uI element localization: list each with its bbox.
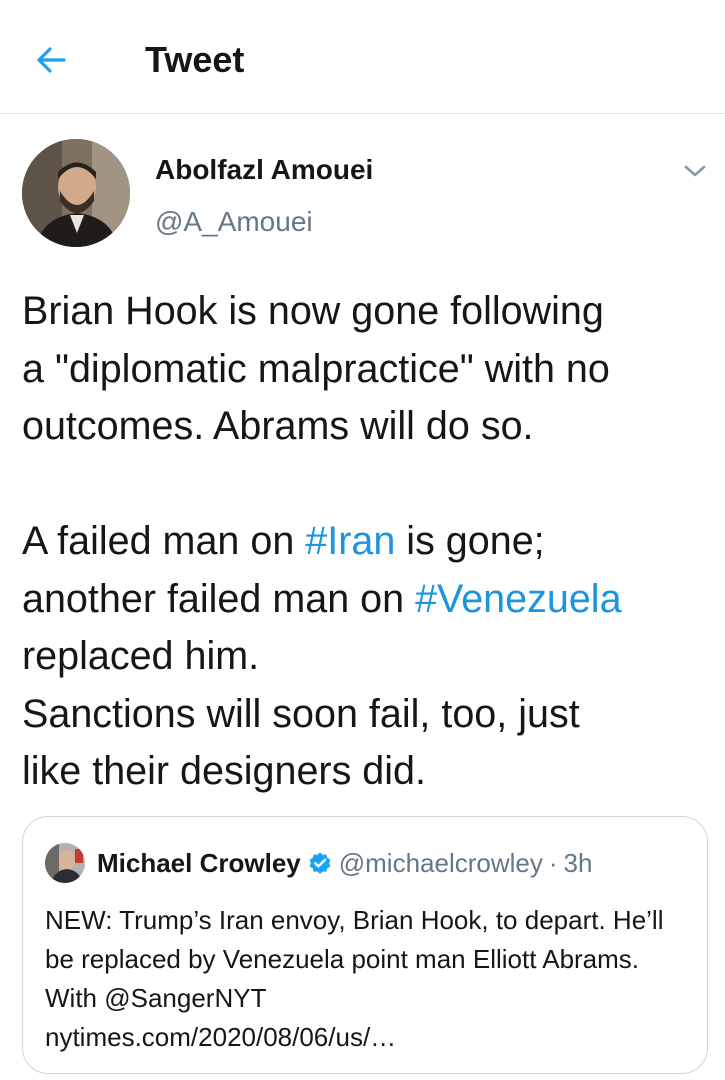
page-title: Tweet: [145, 39, 245, 80]
tweet-text: Brian Hook is now gone following a "dipl…: [22, 283, 712, 801]
verified-badge-icon: [309, 852, 331, 874]
hashtag-iran-link[interactable]: #Iran: [305, 519, 395, 563]
tweet-options-button[interactable]: [680, 156, 710, 186]
author-avatar[interactable]: [22, 139, 130, 247]
quoted-tweet-time: 3h: [563, 847, 593, 878]
chevron-down-icon: [684, 165, 706, 177]
quoted-tweet-body: NEW: Trump’s Iran envoy, Brian Hook, to …: [45, 905, 664, 1013]
quoted-author-name: Michael Crowley: [97, 847, 301, 878]
dot-separator: ·: [548, 847, 558, 878]
author-name[interactable]: Abolfazl Amouei: [155, 152, 373, 188]
quoted-tweet[interactable]: Michael Crowley @michaelcrowley · 3h NEW…: [22, 816, 708, 1074]
quoted-tweet-header: Michael Crowley @michaelcrowley · 3h: [97, 843, 592, 883]
arrow-left-icon: [37, 47, 66, 73]
quoted-tweet-text: NEW: Trump’s Iran envoy, Brian Hook, to …: [45, 901, 685, 1057]
quoted-author-handle: @michaelcrowley: [338, 847, 543, 878]
hashtag-venezuela-link[interactable]: #Venezuela: [415, 577, 621, 621]
back-button[interactable]: [30, 38, 74, 82]
quoted-tweet-link[interactable]: nytimes.com/2020/08/06/us/…: [45, 1022, 396, 1052]
tweet-text-part: replaced him. Sanctions will soon fail, …: [22, 634, 580, 793]
top-bar: Tweet: [0, 0, 725, 114]
author-handle[interactable]: @A_Amouei: [155, 204, 313, 240]
quoted-author-avatar: [45, 843, 85, 883]
